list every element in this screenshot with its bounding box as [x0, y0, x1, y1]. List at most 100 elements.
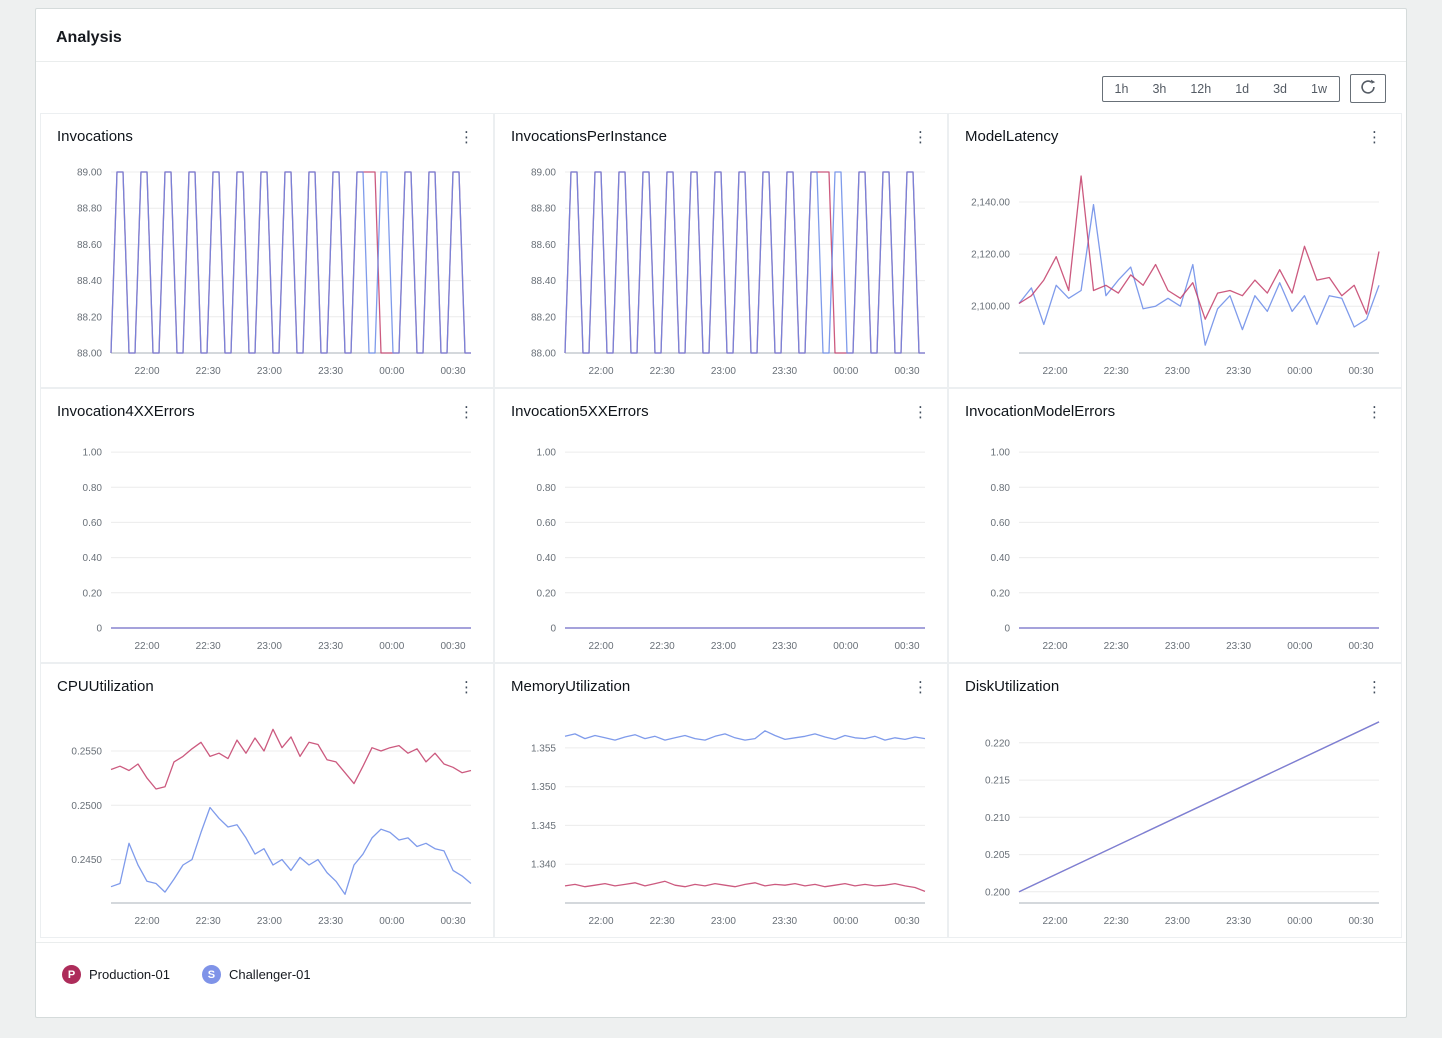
svg-text:0.210: 0.210 — [985, 813, 1010, 824]
legend-item-production[interactable]: P Production-01 — [62, 965, 170, 984]
chart-title: InvocationModelErrors — [965, 403, 1115, 420]
time-range-1d[interactable]: 1d — [1223, 77, 1261, 101]
svg-text:22:30: 22:30 — [650, 366, 675, 377]
svg-text:88.00: 88.00 — [531, 349, 556, 360]
svg-text:88.20: 88.20 — [77, 312, 102, 323]
svg-text:0.40: 0.40 — [83, 553, 103, 564]
svg-text:22:30: 22:30 — [1104, 366, 1129, 377]
svg-text:2,140.00: 2,140.00 — [971, 198, 1010, 209]
svg-text:00:00: 00:00 — [833, 916, 858, 927]
svg-text:22:00: 22:00 — [588, 641, 613, 652]
kebab-menu-icon[interactable]: ⋮ — [452, 678, 481, 697]
svg-text:2,120.00: 2,120.00 — [971, 250, 1010, 261]
page-title: Analysis — [56, 29, 1386, 47]
chart-panel-invocation-5xx-errors: Invocation5XXErrors ⋮ 1.000.800.600.400.… — [494, 388, 948, 663]
toolbar: 1h 3h 12h 1d 3d 1w — [36, 62, 1406, 113]
chart-title: Invocation5XXErrors — [511, 403, 649, 420]
kebab-menu-icon[interactable]: ⋮ — [452, 403, 481, 422]
legend-item-challenger[interactable]: S Challenger-01 — [202, 965, 311, 984]
svg-text:00:00: 00:00 — [379, 641, 404, 652]
refresh-button[interactable] — [1350, 74, 1386, 103]
svg-text:00:30: 00:30 — [1348, 641, 1373, 652]
chart-panel-model-latency: ModelLatency ⋮ 2,140.002,120.002,100.002… — [948, 113, 1402, 388]
svg-text:23:30: 23:30 — [1226, 366, 1251, 377]
svg-text:0.40: 0.40 — [991, 553, 1011, 564]
svg-text:0.2450: 0.2450 — [71, 855, 102, 866]
chart-panel-memory-utilization: MemoryUtilization ⋮ 1.3551.3501.3451.340… — [494, 663, 948, 938]
svg-text:89.00: 89.00 — [77, 168, 102, 179]
svg-text:0.20: 0.20 — [991, 588, 1011, 599]
chart-title: InvocationsPerInstance — [511, 128, 667, 145]
svg-text:0.215: 0.215 — [985, 776, 1010, 787]
svg-text:1.00: 1.00 — [991, 448, 1011, 459]
svg-text:00:00: 00:00 — [833, 641, 858, 652]
svg-text:88.80: 88.80 — [77, 204, 102, 215]
svg-text:22:30: 22:30 — [1104, 916, 1129, 927]
svg-text:00:00: 00:00 — [379, 366, 404, 377]
chart-panel-invocations-per-instance: InvocationsPerInstance ⋮ 89.0088.8088.60… — [494, 113, 948, 388]
svg-text:00:30: 00:30 — [894, 641, 919, 652]
svg-text:1.345: 1.345 — [531, 821, 556, 832]
svg-text:89.00: 89.00 — [531, 168, 556, 179]
line-chart: 89.0088.8088.6088.4088.2088.0022:0022:30… — [47, 149, 487, 383]
chart-panel-cpu-utilization: CPUUtilization ⋮ 0.25500.25000.245022:00… — [40, 663, 494, 938]
chart-title: Invocation4XXErrors — [57, 403, 195, 420]
svg-text:22:30: 22:30 — [196, 641, 221, 652]
svg-text:0.2550: 0.2550 — [71, 747, 102, 758]
kebab-menu-icon[interactable]: ⋮ — [906, 403, 935, 422]
svg-text:23:00: 23:00 — [1165, 366, 1190, 377]
kebab-menu-icon[interactable]: ⋮ — [906, 678, 935, 697]
kebab-menu-icon[interactable]: ⋮ — [1360, 128, 1389, 147]
svg-text:88.20: 88.20 — [531, 312, 556, 323]
svg-text:22:00: 22:00 — [588, 916, 613, 927]
legend-label: Production-01 — [89, 967, 170, 982]
svg-text:0.20: 0.20 — [537, 588, 557, 599]
svg-text:00:00: 00:00 — [1287, 366, 1312, 377]
charts-grid: Invocations ⋮ 89.00 88.80 88.60 88.40 88.20 8… — [36, 113, 1406, 938]
challenger-badge: S — [202, 965, 221, 984]
time-range-3d[interactable]: 3d — [1261, 77, 1299, 101]
svg-text:23:00: 23:00 — [711, 366, 736, 377]
kebab-menu-icon[interactable]: ⋮ — [1360, 678, 1389, 697]
svg-text:1.350: 1.350 — [531, 782, 556, 793]
svg-text:88.60: 88.60 — [531, 240, 556, 251]
svg-text:00:30: 00:30 — [440, 641, 465, 652]
time-range-12h[interactable]: 12h — [1178, 77, 1223, 101]
svg-text:00:30: 00:30 — [440, 916, 465, 927]
time-range-3h[interactable]: 3h — [1140, 77, 1178, 101]
svg-text:22:00: 22:00 — [1042, 641, 1067, 652]
svg-text:22:30: 22:30 — [196, 366, 221, 377]
chart-title: DiskUtilization — [965, 678, 1059, 695]
svg-text:0.20: 0.20 — [83, 588, 103, 599]
time-range-1w[interactable]: 1w — [1299, 77, 1339, 101]
kebab-menu-icon[interactable]: ⋮ — [452, 128, 481, 147]
svg-text:00:30: 00:30 — [1348, 366, 1373, 377]
kebab-menu-icon[interactable]: ⋮ — [1360, 403, 1389, 422]
legend-label: Challenger-01 — [229, 967, 311, 982]
line-chart: 1.000.800.600.400.20022:0022:3023:0023:3… — [501, 424, 941, 658]
chart-title: Invocations — [57, 128, 133, 145]
refresh-icon — [1360, 79, 1376, 98]
svg-text:00:30: 00:30 — [1348, 916, 1373, 927]
svg-text:00:30: 00:30 — [894, 916, 919, 927]
time-range-1h[interactable]: 1h — [1103, 77, 1141, 101]
svg-text:0.80: 0.80 — [991, 483, 1011, 494]
svg-text:00:00: 00:00 — [833, 366, 858, 377]
svg-text:23:30: 23:30 — [318, 641, 343, 652]
line-chart: 1.3551.3501.3451.34022:0022:3023:0023:30… — [501, 699, 941, 933]
svg-text:23:00: 23:00 — [711, 916, 736, 927]
chart-panel-invocation-4xx-errors: Invocation4XXErrors ⋮ 1.000.800.600.400.… — [40, 388, 494, 663]
line-chart: 0.25500.25000.245022:0022:3023:0023:3000… — [47, 699, 487, 933]
svg-text:88.40: 88.40 — [531, 276, 556, 287]
kebab-menu-icon[interactable]: ⋮ — [906, 128, 935, 147]
card-header: Analysis — [36, 9, 1406, 62]
svg-text:23:30: 23:30 — [772, 366, 797, 377]
svg-text:22:00: 22:00 — [588, 366, 613, 377]
svg-text:0.40: 0.40 — [537, 553, 557, 564]
svg-text:23:00: 23:00 — [711, 641, 736, 652]
svg-text:0.60: 0.60 — [537, 518, 557, 529]
svg-text:00:30: 00:30 — [440, 366, 465, 377]
chart-title: CPUUtilization — [57, 678, 154, 695]
svg-text:22:30: 22:30 — [650, 916, 675, 927]
chart-panel-invocations: Invocations ⋮ 89.0088.8088.6088.4088.208… — [40, 113, 494, 388]
